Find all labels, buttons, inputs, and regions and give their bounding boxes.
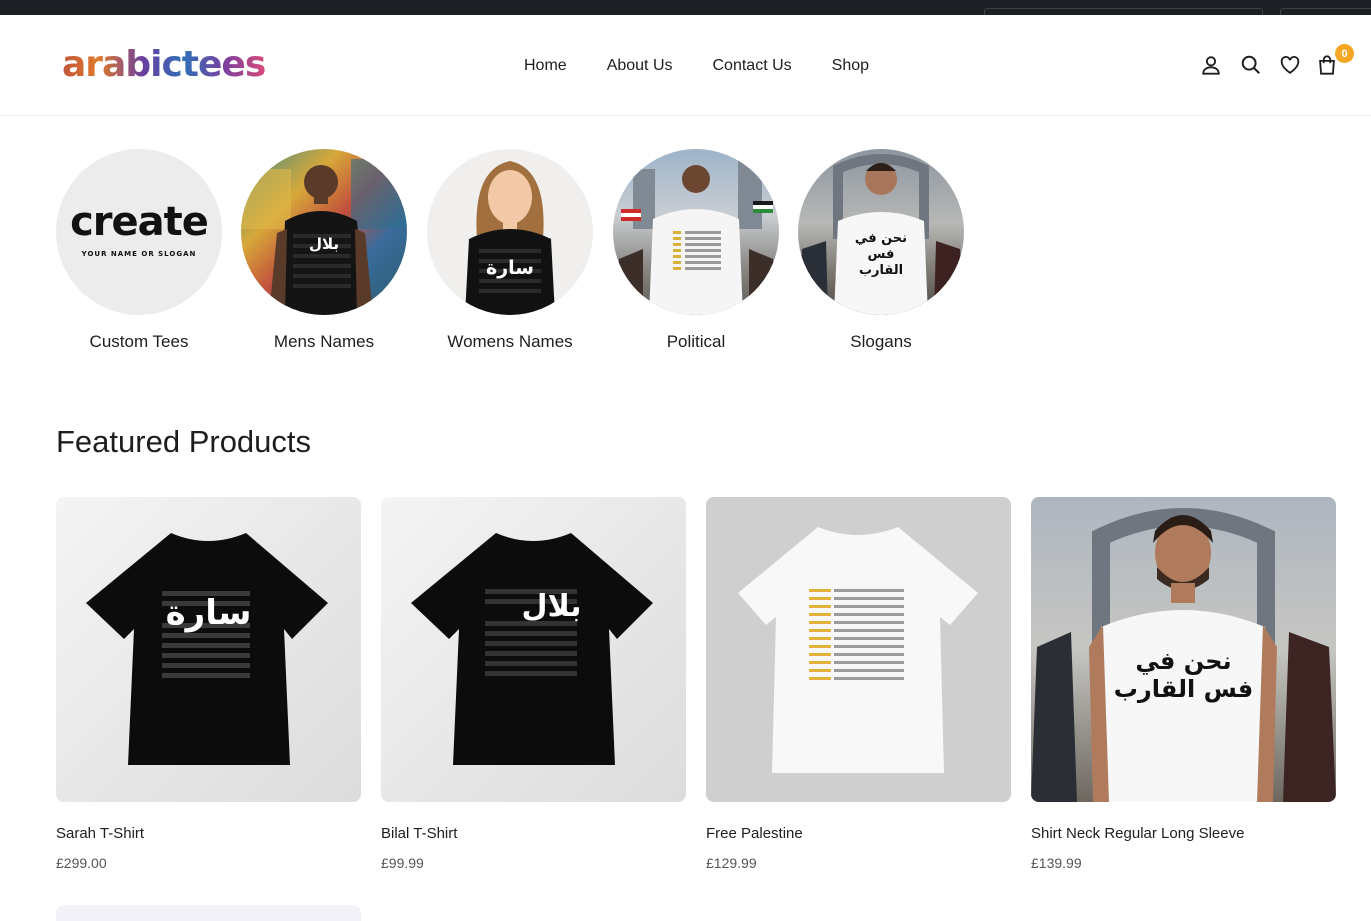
product-card[interactable] <box>56 905 361 921</box>
shirt-print-text: نحن في فس القارب <box>854 231 908 278</box>
shirt-print-text: سارة <box>486 257 534 279</box>
girl-photo <box>465 161 555 315</box>
white-tshirt-image <box>706 497 1011 802</box>
product-price: £139.99 <box>1031 855 1082 871</box>
shirt-print-text: بلال <box>521 589 582 624</box>
nav-home[interactable]: Home <box>524 55 567 77</box>
product-name[interactable]: Sarah T-Shirt <box>56 824 144 844</box>
category-womens-names[interactable]: سارة Womens Names <box>427 149 593 351</box>
category-label[interactable]: Slogans <box>778 331 984 353</box>
category-image[interactable]: بلال <box>241 149 407 315</box>
product-card[interactable]: بلال Bilal T-Shirt £99.99 <box>381 497 686 871</box>
nav-about-us[interactable]: About Us <box>607 55 673 77</box>
create-logo-text: create <box>70 199 209 245</box>
category-mens-names[interactable]: بلال Mens Names <box>241 149 407 351</box>
product-card[interactable]: سارة Sarah T-Shirt £299.00 <box>56 497 361 871</box>
heart-icon[interactable] <box>1278 53 1302 77</box>
product-name[interactable]: Free Palestine <box>706 824 803 844</box>
man-photo <box>241 159 407 315</box>
shirt-print-text: سارة <box>165 593 252 633</box>
category-label[interactable]: Political <box>593 331 799 353</box>
category-image[interactable]: سارة <box>427 149 593 315</box>
category-image[interactable]: نحن في فس القارب <box>798 149 964 315</box>
product-price: £299.00 <box>56 855 107 871</box>
black-tshirt-image <box>56 497 361 802</box>
top-bar-field[interactable] <box>984 8 1263 15</box>
search-icon[interactable] <box>1239 53 1263 77</box>
product-card[interactable]: نحن في فس القارب Shirt Neck Regular Long… <box>1031 497 1336 871</box>
category-slogans[interactable]: نحن في فس القارب Slogans <box>798 149 964 351</box>
featured-products-title: Featured Products <box>56 424 312 459</box>
category-label[interactable]: Mens Names <box>221 331 427 353</box>
category-custom-tees[interactable]: create YOUR NAME OR SLOGAN Custom Tees <box>56 149 222 351</box>
create-logo-subtext: YOUR NAME OR SLOGAN <box>81 250 197 258</box>
nav-shop[interactable]: Shop <box>832 55 869 77</box>
product-name[interactable]: Bilal T-Shirt <box>381 824 457 844</box>
shirt-print-text: نحن في فس القارب <box>1113 647 1254 703</box>
product-image[interactable]: سارة <box>56 497 361 802</box>
site-header: arabictees Home About Us Contact Us Shop… <box>0 15 1371 116</box>
protest-photo <box>613 159 779 315</box>
product-image[interactable]: نحن في فس القارب <box>1031 497 1336 802</box>
category-image[interactable] <box>613 149 779 315</box>
product-image[interactable] <box>706 497 1011 802</box>
black-tshirt-image <box>381 497 686 802</box>
top-bar <box>0 0 1371 15</box>
cart-count-badge: 0 <box>1335 44 1354 63</box>
product-price: £99.99 <box>381 855 424 871</box>
product-card[interactable]: Free Palestine £129.99 <box>706 497 1011 871</box>
product-price: £129.99 <box>706 855 757 871</box>
main-nav: Home About Us Contact Us Shop <box>524 55 869 77</box>
top-bar-button[interactable] <box>1280 8 1371 15</box>
category-label[interactable]: Custom Tees <box>36 331 242 353</box>
shirt-print-text: بلال <box>308 235 340 253</box>
nav-contact-us[interactable]: Contact Us <box>713 55 792 77</box>
category-political[interactable]: Political <box>613 149 779 351</box>
site-logo[interactable]: arabictees <box>62 43 266 87</box>
user-icon[interactable] <box>1199 53 1223 77</box>
product-image[interactable]: بلال <box>381 497 686 802</box>
product-name[interactable]: Shirt Neck Regular Long Sleeve <box>1031 824 1244 844</box>
category-label[interactable]: Womens Names <box>407 331 613 353</box>
category-image[interactable]: create YOUR NAME OR SLOGAN <box>56 149 222 315</box>
